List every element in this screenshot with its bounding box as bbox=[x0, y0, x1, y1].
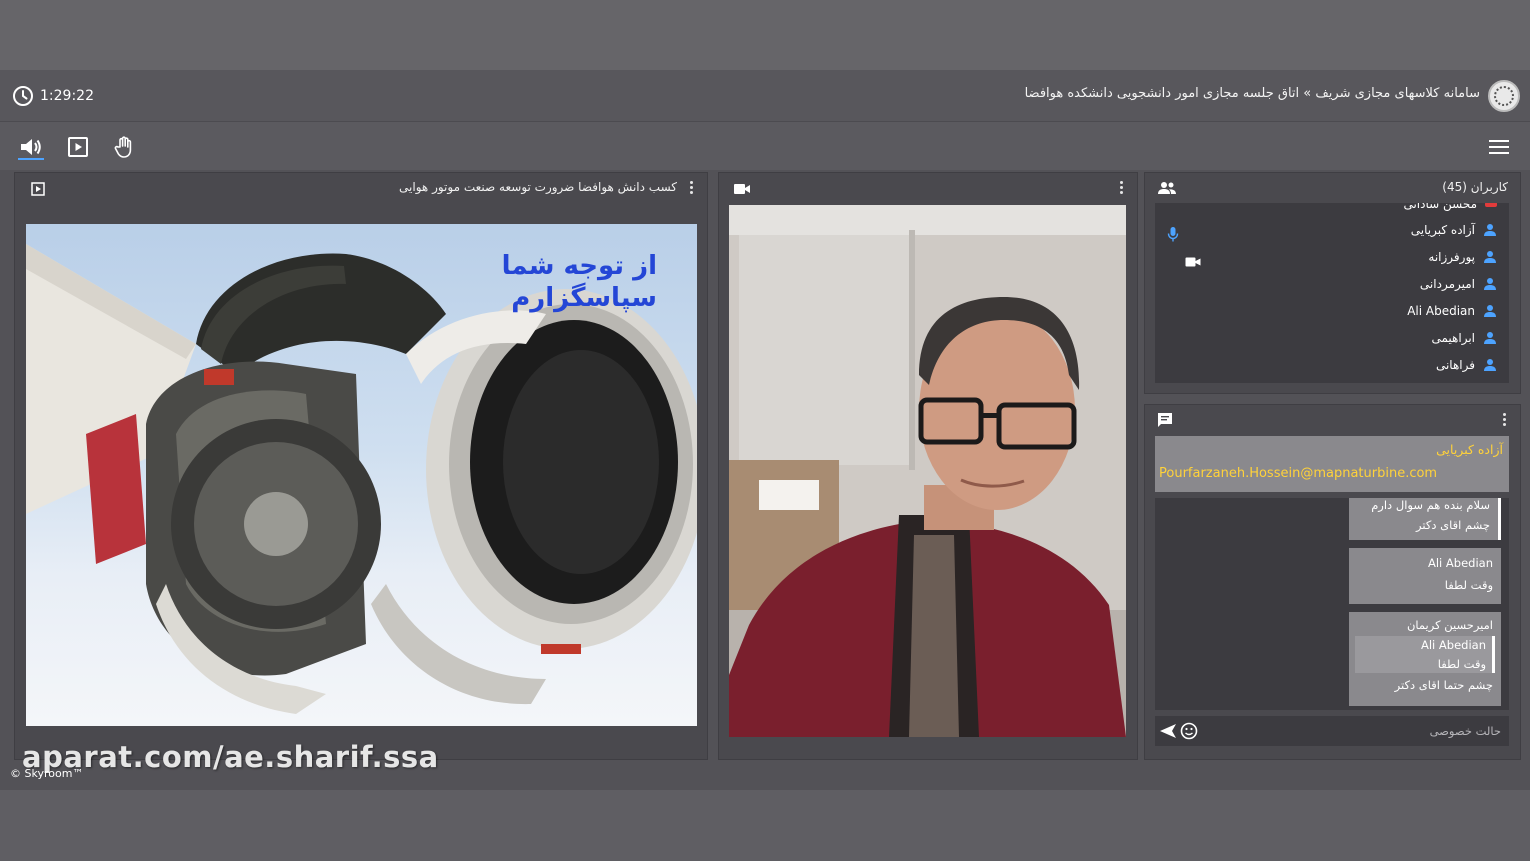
user-item[interactable]: آزاده کبریایی bbox=[1411, 223, 1497, 237]
emoji-button[interactable] bbox=[1180, 722, 1198, 744]
university-logo bbox=[1488, 80, 1520, 112]
timer-text: 1:29:22 bbox=[40, 88, 94, 104]
chat-message-line: وقت لطفا bbox=[1444, 578, 1493, 592]
presentation-header: کسب دانش هوافضا ضرورت توسعه صنعت موتور ه… bbox=[15, 173, 707, 203]
chat-input-bar: حالت خصوصی bbox=[1155, 716, 1509, 746]
user-status-indicator bbox=[1485, 203, 1497, 207]
chat-quote-line: Ali Abedian bbox=[1421, 638, 1486, 652]
presentation-button[interactable] bbox=[65, 134, 91, 160]
chat-message[interactable]: امیرحسین کریمان Ali Abedian وقت لطفا چشم… bbox=[1349, 612, 1501, 706]
user-name: Ali Abedian bbox=[1407, 304, 1475, 318]
chat-quote-line: وقت لطفا bbox=[1437, 657, 1486, 671]
user-icon bbox=[1484, 332, 1496, 344]
user-icon bbox=[1484, 278, 1496, 290]
user-item[interactable]: محسن ساداتی bbox=[1403, 203, 1497, 211]
menu-button[interactable] bbox=[1486, 134, 1512, 160]
highlight-email[interactable]: Pourfarzaneh.Hossein@mapnaturbine.com bbox=[1159, 466, 1437, 481]
send-icon bbox=[1160, 724, 1176, 738]
slide-text-line-2: سپاسگزارم bbox=[511, 283, 657, 313]
chat-quoted-reply: Ali Abedian وقت لطفا bbox=[1355, 636, 1495, 673]
aparat-watermark: aparat.com/ae.sharif.ssa bbox=[22, 740, 439, 774]
microphone-icon bbox=[1167, 227, 1179, 242]
presentation-icon bbox=[68, 137, 88, 157]
presentation-title: کسب دانش هوافضا ضرورت توسعه صنعت موتور ه… bbox=[399, 180, 677, 194]
slide-text-line-1: از توجه شما bbox=[501, 251, 657, 281]
user-icon bbox=[1484, 359, 1496, 371]
chat-message-line: Ali Abedian bbox=[1428, 556, 1493, 570]
highlight-sender: آزاده کبریایی bbox=[1436, 442, 1503, 457]
camera-toggle-button[interactable] bbox=[733, 181, 751, 200]
users-header: کاربران (45) bbox=[1145, 173, 1520, 203]
users-icon-button[interactable] bbox=[1157, 180, 1177, 199]
chat-message-line: چشم حتما اقای دکتر bbox=[1394, 678, 1493, 692]
users-icon bbox=[1158, 182, 1176, 194]
speaker-icon bbox=[21, 139, 41, 155]
presentation-slide: از توجه شما سپاسگزارم bbox=[26, 224, 697, 726]
user-item[interactable]: Ali Abedian bbox=[1407, 304, 1497, 318]
toolbar bbox=[0, 122, 1530, 170]
user-item[interactable]: امیرمردانی bbox=[1420, 277, 1497, 291]
skyroom-brand: © Skyroom™ bbox=[10, 767, 84, 780]
chat-message[interactable]: سلام بنده هم سوال دارم چشم اقای دکتر bbox=[1349, 498, 1501, 540]
chat-highlight-message[interactable]: آزاده کبریایی Pourfarzaneh.Hossein@mapna… bbox=[1155, 436, 1509, 492]
user-item[interactable]: ابراهیمی bbox=[1431, 331, 1497, 345]
user-item[interactable]: پورفرزانه bbox=[1428, 250, 1497, 264]
chat-icon-button[interactable] bbox=[1157, 412, 1173, 432]
video-options-icon[interactable] bbox=[1119, 181, 1123, 194]
user-icon bbox=[1484, 251, 1496, 263]
webcam-person-illustration bbox=[729, 205, 1126, 737]
user-item[interactable]: فراهانی bbox=[1436, 358, 1497, 372]
top-letterbox bbox=[0, 0, 1530, 70]
user-name: فراهانی bbox=[1435, 358, 1475, 372]
raise-hand-button[interactable] bbox=[111, 134, 137, 160]
bottom-letterbox bbox=[0, 790, 1530, 861]
chat-options-icon[interactable] bbox=[1502, 413, 1506, 426]
camera-icon bbox=[734, 184, 750, 194]
user-name: پورفرزانه bbox=[1428, 250, 1475, 264]
users-count-title: کاربران (45) bbox=[1442, 180, 1508, 194]
send-button[interactable] bbox=[1159, 723, 1177, 743]
user-icon bbox=[1484, 224, 1496, 236]
raise-hand-icon bbox=[114, 136, 132, 158]
user-icon bbox=[1484, 305, 1496, 317]
user-name: محسن ساداتی bbox=[1403, 203, 1477, 211]
user-name: امیرمردانی bbox=[1419, 277, 1475, 291]
menu-icon bbox=[1489, 140, 1509, 154]
chat-message-sender: امیرحسین کریمان bbox=[1406, 618, 1493, 632]
chat-message-line: چشم اقای دکتر bbox=[1416, 518, 1490, 532]
user-name: ابراهیمی bbox=[1431, 331, 1475, 345]
chat-message-list[interactable]: سلام بنده هم سوال دارم چشم اقای دکتر Ali… bbox=[1155, 498, 1509, 710]
presentation-toggle-button[interactable] bbox=[31, 181, 45, 200]
user-name: آزاده کبریایی bbox=[1410, 223, 1475, 237]
user-camera-icon bbox=[1185, 257, 1201, 267]
chat-input-placeholder[interactable]: حالت خصوصی bbox=[1430, 724, 1501, 738]
video-feed bbox=[729, 205, 1126, 737]
presentation-small-icon bbox=[31, 182, 45, 196]
emoji-icon bbox=[1180, 722, 1198, 740]
chat-icon bbox=[1158, 413, 1172, 427]
chat-message-line: سلام بنده هم سوال دارم bbox=[1371, 498, 1490, 512]
speaker-button[interactable] bbox=[18, 134, 44, 160]
session-timer: 1:29:22 bbox=[12, 84, 94, 108]
chat-message[interactable]: Ali Abedian وقت لطفا bbox=[1349, 548, 1501, 604]
slide-thank-you-text: از توجه شما سپاسگزارم bbox=[502, 250, 657, 314]
users-list[interactable]: محسن ساداتی آزاده کبریایی پورفرزانه امیر… bbox=[1155, 203, 1509, 383]
page-title[interactable]: سامانه کلاسهای مجازی شریف » اتاق جلسه مج… bbox=[1025, 86, 1480, 101]
chat-header bbox=[1145, 405, 1520, 435]
clock-icon bbox=[13, 86, 33, 106]
video-header bbox=[719, 173, 1137, 203]
presentation-options-icon[interactable] bbox=[689, 181, 693, 194]
speaker-active-indicator bbox=[18, 158, 44, 160]
